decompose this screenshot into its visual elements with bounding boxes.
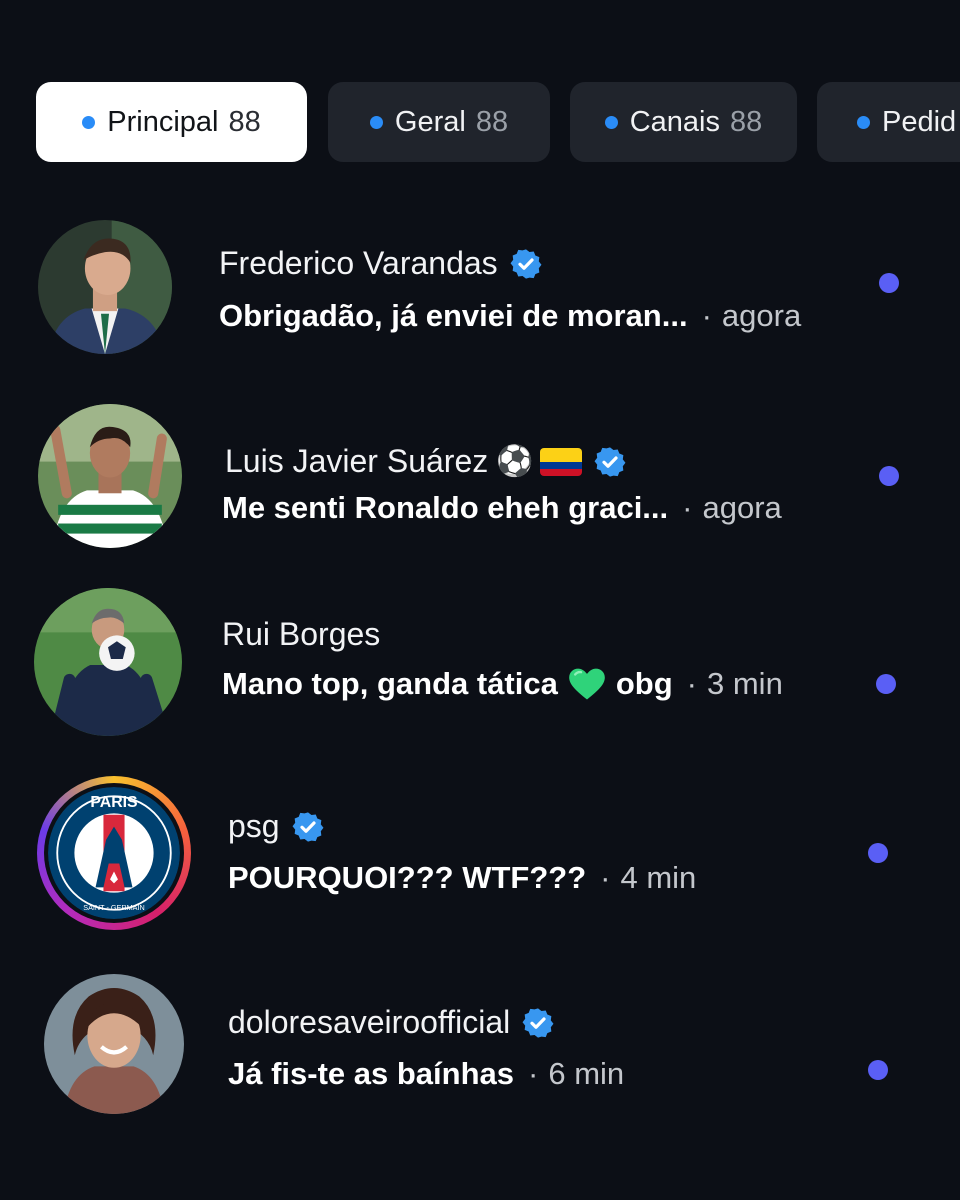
tab-label: Geral — [394, 105, 466, 138]
message-preview-line: POURQUOI??? WTF??? · 4 min — [228, 860, 696, 896]
message-time: 6 min — [548, 1056, 625, 1091]
contact-name-line: Rui Borges — [222, 616, 380, 653]
contact-name-line: psg — [228, 808, 324, 845]
unread-dot-icon — [868, 843, 888, 863]
avatar[interactable] — [38, 404, 182, 548]
avatar: PARIS SAINT - GERMAIN — [48, 787, 180, 919]
tab-dot-icon — [369, 115, 383, 129]
avatar-footballer-icon — [38, 404, 182, 548]
avatar-man-suit-icon — [38, 220, 172, 354]
contact-name: psg — [228, 808, 280, 844]
message-time: agora — [702, 490, 782, 525]
story-ring[interactable]: PARIS SAINT - GERMAIN — [37, 776, 191, 930]
unread-dot-icon — [879, 273, 899, 293]
unread-dot-icon — [879, 466, 899, 486]
separator: · — [701, 298, 712, 333]
unread-dot-icon — [876, 674, 896, 694]
message-preview-line: Me senti Ronaldo eheh graci... · agora — [222, 490, 782, 526]
tab-label: Pedid — [882, 105, 957, 138]
avatar[interactable] — [44, 974, 184, 1114]
contact-name: doloresaveiroofficial — [228, 1004, 511, 1040]
inbox-tabs: Principal 88 Geral 88 Canais 88 Pedid — [36, 82, 960, 164]
message-preview: POURQUOI??? WTF??? — [228, 860, 587, 895]
message-preview-line: Obrigadão, já enviei de moran... · agora — [219, 298, 801, 334]
separator: · — [600, 860, 611, 895]
tab-label: Canais — [629, 105, 720, 138]
colombia-flag-icon — [539, 447, 582, 476]
avatar-coach-icon — [34, 588, 182, 736]
tab-count: 88 — [228, 105, 261, 138]
message-preview-line: Já fis-te as baínhas · 6 min — [228, 1056, 624, 1092]
conversation-row-rui-borges[interactable]: Rui Borges Mano top, ganda tática obg · … — [0, 586, 960, 736]
conversation-row-frederico[interactable]: Frederico Varandas Obrigadão, já enviei … — [0, 210, 960, 360]
separator: · — [686, 666, 697, 701]
tab-count: 88 — [730, 105, 763, 138]
separator: · — [528, 1056, 539, 1091]
avatar-woman-icon — [44, 974, 184, 1114]
psg-logo-icon: PARIS SAINT - GERMAIN — [48, 787, 180, 919]
message-preview: Obrigadão, já enviei de moran... — [219, 298, 688, 333]
green-heart-icon — [569, 668, 605, 700]
message-preview: Me senti Ronaldo eheh graci... — [222, 490, 669, 525]
psg-logo-text-top: PARIS — [90, 794, 137, 811]
tab-dot-icon — [82, 115, 96, 129]
tab-dot-icon — [857, 115, 870, 129]
conversation-row-suarez[interactable]: Luis Javier Suárez ⚽ Me senti Ronaldo eh… — [0, 400, 960, 550]
message-preview: Mano top, ganda tática — [222, 666, 558, 701]
tab-count: 88 — [475, 105, 509, 138]
separator: · — [682, 490, 693, 525]
verified-badge-icon — [510, 248, 542, 279]
verified-badge-icon — [594, 446, 626, 477]
tab-canais[interactable]: Canais 88 — [570, 82, 797, 162]
tab-label: Principal — [107, 105, 219, 138]
conversation-row-psg[interactable]: PARIS SAINT - GERMAIN psg POURQUOI??? WT… — [0, 776, 960, 930]
contact-name: Rui Borges — [222, 616, 381, 652]
message-preview-line: Mano top, ganda tática obg · 3 min — [222, 666, 783, 702]
message-preview: Já fis-te as baínhas — [228, 1056, 515, 1091]
contact-name: Luis Javier Suárez — [225, 443, 489, 479]
tab-geral[interactable]: Geral 88 — [328, 82, 550, 162]
message-preview-suffix: obg — [615, 666, 673, 701]
psg-logo-text-bottom: SAINT - GERMAIN — [83, 903, 145, 912]
verified-badge-icon — [522, 1007, 554, 1038]
unread-dot-icon — [868, 1060, 888, 1080]
inbox-screen: Principal 88 Geral 88 Canais 88 Pedid Fr… — [0, 0, 960, 1200]
tab-dot-icon — [604, 115, 618, 129]
contact-name: Frederico Varandas — [219, 245, 498, 281]
avatar[interactable] — [38, 220, 172, 354]
message-time: agora — [721, 298, 802, 333]
tab-principal[interactable]: Principal 88 — [36, 82, 307, 162]
verified-badge-icon — [292, 811, 324, 842]
contact-name-line: Luis Javier Suárez ⚽ — [225, 443, 626, 480]
message-time: 4 min — [620, 860, 697, 895]
avatar[interactable] — [34, 588, 182, 736]
soccer-ball-icon: ⚽ — [496, 444, 534, 479]
conversation-row-dolores[interactable]: doloresaveiroofficial Já fis-te as baính… — [0, 970, 960, 1120]
message-time: 3 min — [707, 666, 783, 701]
contact-name-line: doloresaveiroofficial — [228, 1004, 554, 1041]
tab-pedidos[interactable]: Pedid — [817, 82, 960, 162]
contact-name-line: Frederico Varandas — [219, 245, 542, 282]
